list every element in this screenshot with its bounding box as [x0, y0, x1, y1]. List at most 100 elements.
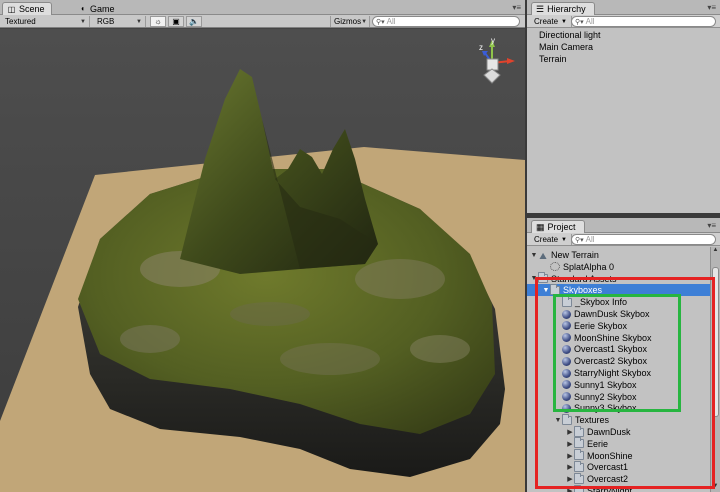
- project-asset-row[interactable]: StarryNight Skybox: [527, 367, 710, 379]
- scene-tab-bar: ◫ Scene ◖ Game ▾≡: [0, 0, 525, 15]
- image-icon: ▣: [172, 17, 180, 26]
- project-item-label: StarryNight: [587, 486, 633, 492]
- project-asset-row[interactable]: Eerie Skybox: [527, 320, 710, 332]
- project-panel-menu-icon[interactable]: ▾≡: [707, 221, 716, 230]
- project-folder-row[interactable]: ▶ StarryNight: [527, 484, 710, 492]
- scene-panel-menu-icon[interactable]: ▾≡: [512, 3, 521, 12]
- project-asset-row[interactable]: MoonShine Skybox: [527, 332, 710, 344]
- skybox-icon: [562, 368, 571, 378]
- skybox-icon: [562, 380, 571, 390]
- project-folder-row[interactable]: ▶ MoonShine: [527, 449, 710, 462]
- hierarchy-title: Hierarchy: [547, 4, 586, 14]
- hierarchy-tab-bar: ☰ Hierarchy ▾≡: [527, 0, 720, 15]
- project-item-label: Textures: [575, 415, 610, 426]
- skybox-icon: [562, 356, 571, 366]
- collapsed-arrow-icon[interactable]: ▶: [566, 463, 574, 471]
- hierarchy-item[interactable]: Main Camera: [527, 41, 720, 53]
- hierarchy-list: Directional light Main Camera Terrain: [527, 29, 720, 65]
- tab-scene[interactable]: ◫ Scene: [2, 2, 52, 15]
- folder-icon: [562, 295, 572, 307]
- render-mode-dropdown[interactable]: Textured ▼: [2, 16, 90, 27]
- audio-toggle[interactable]: 🔈: [186, 16, 202, 27]
- color-mode-dropdown[interactable]: RGB ▼: [94, 16, 146, 27]
- hierarchy-search-input[interactable]: ⚲▾ All: [571, 16, 716, 27]
- orientation-gizmo[interactable]: y z: [470, 36, 518, 87]
- skybox-icon: [562, 321, 571, 331]
- dropdown-arrow-icon: ▼: [80, 18, 86, 25]
- dropdown-arrow-icon: ▼: [561, 18, 567, 25]
- gizmos-dropdown[interactable]: Gizmos ▼: [330, 16, 370, 27]
- project-asset-row[interactable]: Overcast2 Skybox: [527, 355, 710, 367]
- project-scrollbar[interactable]: ▲ ▼: [710, 247, 720, 492]
- image-toggle[interactable]: ▣: [168, 16, 184, 27]
- project-asset-row[interactable]: DawnDusk Skybox: [527, 308, 710, 320]
- collapsed-arrow-icon[interactable]: ▶: [566, 452, 574, 460]
- gizmos-label: Gizmos: [334, 17, 362, 26]
- skybox-icon: [562, 333, 571, 343]
- project-item-label: SplatAlpha 0: [563, 261, 615, 272]
- hierarchy-create-button[interactable]: Create ▼: [530, 16, 572, 27]
- project-search-input[interactable]: ⚲▾ All: [571, 234, 716, 245]
- project-folder-row[interactable]: ▶ DawnDusk: [527, 425, 710, 438]
- project-item-label: Overcast2 Skybox: [574, 356, 648, 367]
- project-panel: ▦ Project ▾≡ Create ▼ ⚲▾ All ▼ ⛰ New Terra…: [527, 218, 720, 492]
- project-folder-row[interactable]: ▼ Skyboxes: [527, 283, 710, 297]
- folder-icon: [574, 460, 584, 472]
- expanded-arrow-icon[interactable]: ▼: [530, 252, 538, 259]
- project-item-label: Sunny3 Skybox: [574, 403, 637, 414]
- splat-icon: [550, 262, 560, 272]
- project-item-label: Standard Assets: [551, 273, 617, 284]
- terrain-render: [0, 29, 525, 492]
- project-folder-row[interactable]: ▶ Overcast2: [527, 472, 710, 485]
- project-asset-row[interactable]: Sunny3 Skybox: [527, 402, 710, 414]
- project-create-button[interactable]: Create ▼: [530, 234, 572, 245]
- project-item-label: MoonShine Skybox: [574, 332, 652, 343]
- hierarchy-panel-menu-icon[interactable]: ▾≡: [707, 3, 716, 12]
- collapsed-arrow-icon[interactable]: ▶: [566, 487, 574, 492]
- project-item-label: Eerie Skybox: [574, 320, 628, 331]
- project-item-label: DawnDusk Skybox: [574, 309, 650, 319]
- scene-search-input[interactable]: ⚲▾ All: [372, 16, 520, 27]
- skybox-icon: [562, 309, 571, 319]
- folder-icon: [574, 472, 584, 484]
- hierarchy-item[interactable]: Directional light: [527, 29, 720, 41]
- tab-scene-label: Scene: [19, 4, 45, 14]
- tab-project[interactable]: ▦ Project: [531, 220, 585, 233]
- expanded-arrow-icon[interactable]: ▼: [542, 287, 550, 294]
- folder-icon: [574, 425, 584, 437]
- project-folder-row[interactable]: _Skybox Info: [527, 295, 710, 308]
- scene-icon: ◫: [7, 4, 16, 14]
- expanded-arrow-icon[interactable]: ▼: [530, 275, 538, 282]
- project-item-label: Skyboxes: [563, 285, 603, 296]
- color-mode-value: RGB: [97, 17, 115, 26]
- collapsed-arrow-icon[interactable]: ▶: [566, 428, 574, 436]
- scroll-thumb[interactable]: [712, 267, 719, 417]
- game-pacman-icon: ◖: [80, 4, 85, 13]
- search-icon: ⚲▾: [575, 236, 584, 244]
- project-item-label: Sunny1 Skybox: [574, 379, 637, 390]
- project-folder-row[interactable]: ▶ Overcast1: [527, 460, 710, 473]
- tab-hierarchy[interactable]: ☰ Hierarchy: [531, 2, 595, 15]
- collapsed-arrow-icon[interactable]: ▶: [566, 475, 574, 483]
- hierarchy-search-placeholder: All: [585, 17, 595, 26]
- project-item-label: DawnDusk: [587, 427, 631, 437]
- expanded-arrow-icon[interactable]: ▼: [554, 417, 562, 424]
- project-asset-row[interactable]: SplatAlpha 0: [527, 261, 710, 273]
- project-folder-row[interactable]: ▼ Textures: [527, 413, 710, 426]
- hierarchy-item[interactable]: Terrain: [527, 53, 720, 65]
- project-asset-row[interactable]: Sunny1 Skybox: [527, 379, 710, 391]
- folder-icon: [538, 272, 548, 284]
- lighting-toggle[interactable]: ☼: [150, 16, 166, 27]
- collapsed-arrow-icon[interactable]: ▶: [566, 440, 574, 448]
- project-asset-row[interactable]: Sunny2 Skybox: [527, 391, 710, 403]
- folder-icon: [550, 283, 560, 295]
- scroll-up-icon[interactable]: ▲: [711, 247, 720, 256]
- project-folder-row[interactable]: ▶ Eerie: [527, 437, 710, 450]
- scroll-down-icon[interactable]: ▼: [711, 483, 720, 492]
- project-title: Project: [547, 222, 576, 232]
- project-asset-row[interactable]: Overcast1 Skybox: [527, 343, 710, 355]
- tab-game[interactable]: ◖ Game: [74, 2, 121, 15]
- project-folder-row[interactable]: ▼ Standard Assets: [527, 272, 710, 285]
- scene-viewport[interactable]: y z: [0, 29, 525, 492]
- project-asset-row[interactable]: ▼ ⛰ New Terrain: [527, 249, 710, 261]
